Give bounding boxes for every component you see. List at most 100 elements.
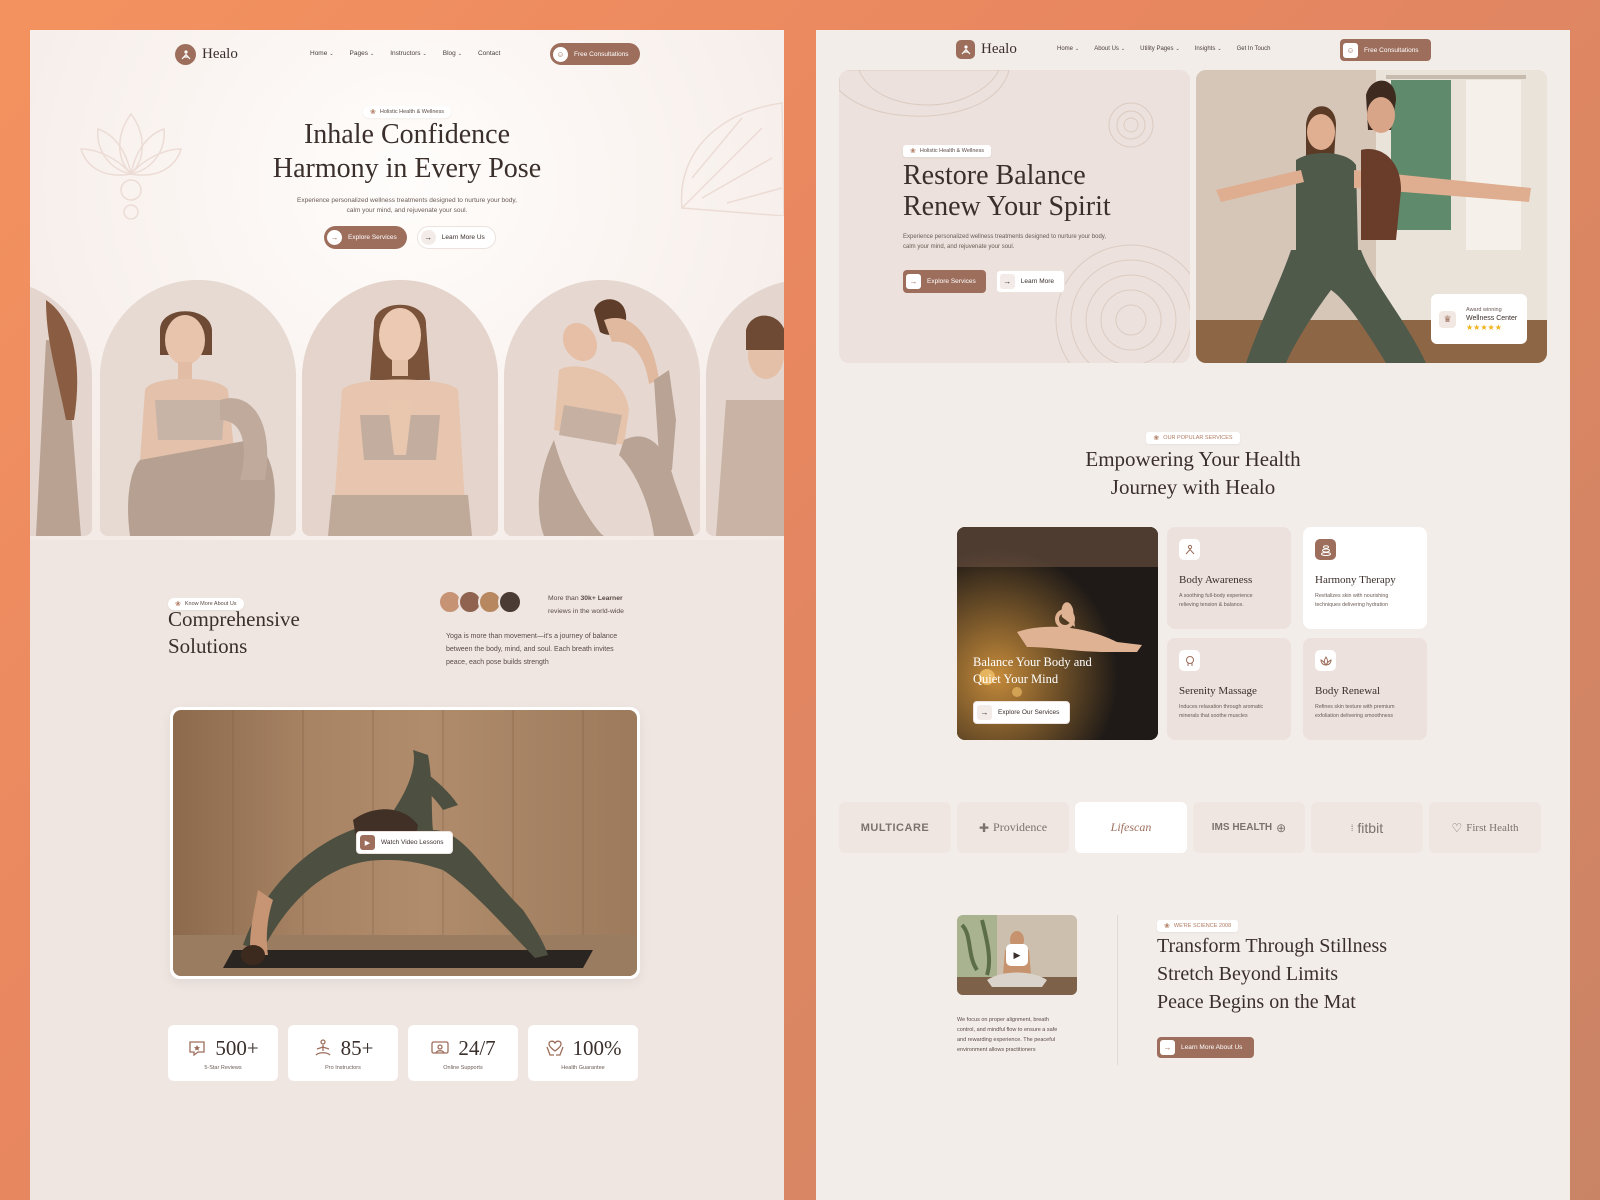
brand-logo-providence: ✚ Providence — [957, 802, 1069, 853]
logo-icon — [956, 40, 975, 59]
chat-icon: ☺ — [1343, 42, 1358, 58]
arrow-right-icon: → — [977, 705, 992, 720]
rating-stars: ★★★★★ — [1466, 322, 1502, 332]
main-nav: Home ⌄ Pages ⌄ Instructors ⌄ Blog ⌄ Contact — [310, 50, 500, 57]
hero-title: Restore Balance Renew Your Spirit — [903, 160, 1111, 222]
service-card[interactable]: Serenity Massage Induces relaxation thro… — [1167, 638, 1291, 740]
explore-our-services-button[interactable]: → Explore Our Services — [973, 701, 1071, 724]
hands-icon — [545, 1038, 565, 1058]
arrow-right-icon: → — [999, 274, 1015, 289]
about-title: Comprehensive Solutions — [168, 607, 300, 658]
support-icon — [430, 1038, 450, 1058]
logo-icon — [175, 44, 196, 65]
explore-services-button[interactable]: → Explore Services — [324, 226, 407, 249]
services-title: Empowering Your Health Journey with Heal… — [1085, 447, 1301, 499]
lotus-icon: ❀ — [1153, 435, 1160, 442]
avatar — [498, 590, 522, 614]
featured-service-title: Balance Your Body and Quiet Your Mind — [973, 655, 1092, 686]
lotus-icon: ❀ — [1164, 923, 1170, 930]
award-icon: ♛ — [1439, 310, 1456, 328]
award-card: ♛ Award winning Wellness Center ★★★★★ — [1431, 294, 1527, 344]
main-nav: Home ⌄ About Us ⌄ Utility Pages ⌄ Insights ⌄… — [1057, 46, 1270, 52]
nav-item-instructors[interactable]: Instructors ⌄ — [390, 50, 427, 57]
chevron-down-icon: ⌄ — [1175, 46, 1180, 52]
play-icon: ▶ — [360, 835, 375, 850]
service-card[interactable]: Body Renewal Refines skin texture with p… — [1303, 638, 1427, 740]
globe-icon: ⊕ — [1276, 820, 1287, 835]
chevron-down-icon: ⌄ — [1075, 46, 1080, 52]
service-card[interactable]: Harmony Therapy Revitalizes skin with no… — [1303, 527, 1427, 629]
hero-card: ❀ Holistic Health & Wellness Restore Bala… — [839, 70, 1190, 363]
hero-section: Healo Home ⌄ Pages ⌄ Instructors ⌄ Blog ⌄ Co… — [30, 30, 784, 540]
yoga-instructor-photo: ♛ Award winning Wellness Center ★★★★★ — [1196, 70, 1547, 363]
brand-logo-lifescan: Lifescan — [1075, 802, 1187, 853]
right-page-mockup: Healo Home ⌄ About Us ⌄ Utility Pages ⌄ Ins… — [816, 30, 1570, 1200]
lotus-icon: ❀ — [910, 148, 916, 155]
service-card[interactable]: Body Awareness A soothing full-body expe… — [1167, 527, 1291, 629]
about-title: Transform Through Stillness Stretch Beyo… — [1157, 935, 1388, 1013]
meditation-video-thumbnail[interactable]: ▶ — [957, 915, 1077, 995]
dots-icon: ⁞ — [1350, 822, 1354, 833]
nav-item-insights[interactable]: Insights ⌄ — [1195, 46, 1222, 52]
stat-card: 500+ 5-Star Reviews — [168, 1025, 278, 1081]
video-lesson-card[interactable]: ▶ Watch Video Lessons — [170, 707, 640, 979]
nav-item-contact[interactable]: Contact — [478, 50, 500, 57]
learn-more-about-us-button[interactable]: → Learn More About Us — [1157, 1037, 1255, 1058]
yoga-photo-arch — [706, 280, 784, 536]
about-body: Yoga is more than movement—it's a journe… — [446, 633, 618, 666]
stat-card: 85+ Pro Instructors — [288, 1025, 398, 1081]
arrow-right-icon: → — [906, 274, 921, 289]
stat-card: 100% Health Guarantee — [528, 1025, 638, 1081]
yoga-photo-arch — [100, 280, 296, 536]
free-consultations-button[interactable]: ☺ Free Consultations — [550, 43, 640, 65]
cross-icon: ✚ — [978, 820, 990, 835]
explore-services-button[interactable]: → Explore Services — [903, 270, 986, 293]
nav-item-home[interactable]: Home ⌄ — [310, 50, 334, 57]
yoga-photo-arch — [302, 280, 498, 536]
arrow-right-icon: → — [1160, 1040, 1175, 1055]
yoga-video-thumbnail: ▶ Watch Video Lessons — [173, 710, 637, 976]
nav-item-blog[interactable]: Blog ⌄ — [443, 50, 462, 57]
nav-item-about[interactable]: About Us ⌄ — [1094, 46, 1125, 52]
nav-item-home[interactable]: Home ⌄ — [1057, 46, 1079, 52]
lotus-icon: ❀ — [370, 109, 376, 116]
lotus-icon — [1315, 650, 1336, 671]
hero-title: Inhale Confidence Harmony in Every Pose — [272, 119, 542, 184]
chevron-down-icon: ⌄ — [369, 50, 375, 57]
logo[interactable]: Healo — [956, 40, 1017, 59]
hero-badge: ❀ Holistic Health & Wellness — [903, 145, 991, 157]
learner-reviews-text: More than 30k+ Learner reviews in the wo… — [548, 595, 624, 615]
chevron-down-icon: ⌄ — [1120, 46, 1126, 52]
chevron-down-icon: ⌄ — [422, 50, 427, 57]
divider — [1117, 915, 1118, 1065]
nav-item-contact[interactable]: Get In Touch — [1237, 46, 1271, 52]
learner-avatars — [438, 590, 522, 614]
arrow-right-icon: → — [420, 230, 436, 245]
hero-badge: ❀ Holistic Health & Wellness — [363, 106, 451, 118]
learn-more-button[interactable]: → Learn More Us — [416, 226, 496, 249]
logo-text: Healo — [202, 46, 238, 62]
hero-subtitle: Experience personalized wellness treatme… — [297, 197, 517, 214]
logo-text: Healo — [981, 41, 1017, 57]
learn-more-button[interactable]: → Learn More — [995, 270, 1066, 293]
head-icon — [1179, 650, 1200, 671]
nav-item-pages[interactable]: Pages ⌄ — [350, 50, 375, 57]
review-icon — [187, 1038, 207, 1058]
heart-icon: ♡ — [1451, 820, 1463, 835]
watch-video-button[interactable]: ▶ Watch Video Lessons — [356, 831, 453, 854]
about-body: We focus on proper alignment, breath con… — [957, 1017, 1058, 1053]
logo[interactable]: Healo — [175, 44, 238, 65]
stones-icon — [1315, 539, 1336, 560]
person-icon — [1179, 539, 1200, 560]
brand-logo-first-health: ♡ First Health — [1429, 802, 1541, 853]
brand-logo-multicare: MULTICARE — [839, 802, 951, 853]
nav-item-utility[interactable]: Utility Pages ⌄ — [1140, 46, 1180, 52]
brand-logo-ims-health: IMS HEALTH ⊕ — [1193, 802, 1305, 853]
arrow-right-icon: → — [327, 230, 342, 245]
play-icon[interactable]: ▶ — [1006, 944, 1028, 966]
brand-logo-fitbit: ⁞ fitbit — [1311, 802, 1423, 853]
featured-service-card[interactable]: Balance Your Body and Quiet Your Mind → … — [957, 527, 1158, 740]
free-consultations-button[interactable]: ☺ Free Consultations — [1340, 39, 1431, 61]
yoga-photo-arch — [504, 280, 700, 536]
chevron-down-icon: ⌄ — [329, 50, 334, 57]
